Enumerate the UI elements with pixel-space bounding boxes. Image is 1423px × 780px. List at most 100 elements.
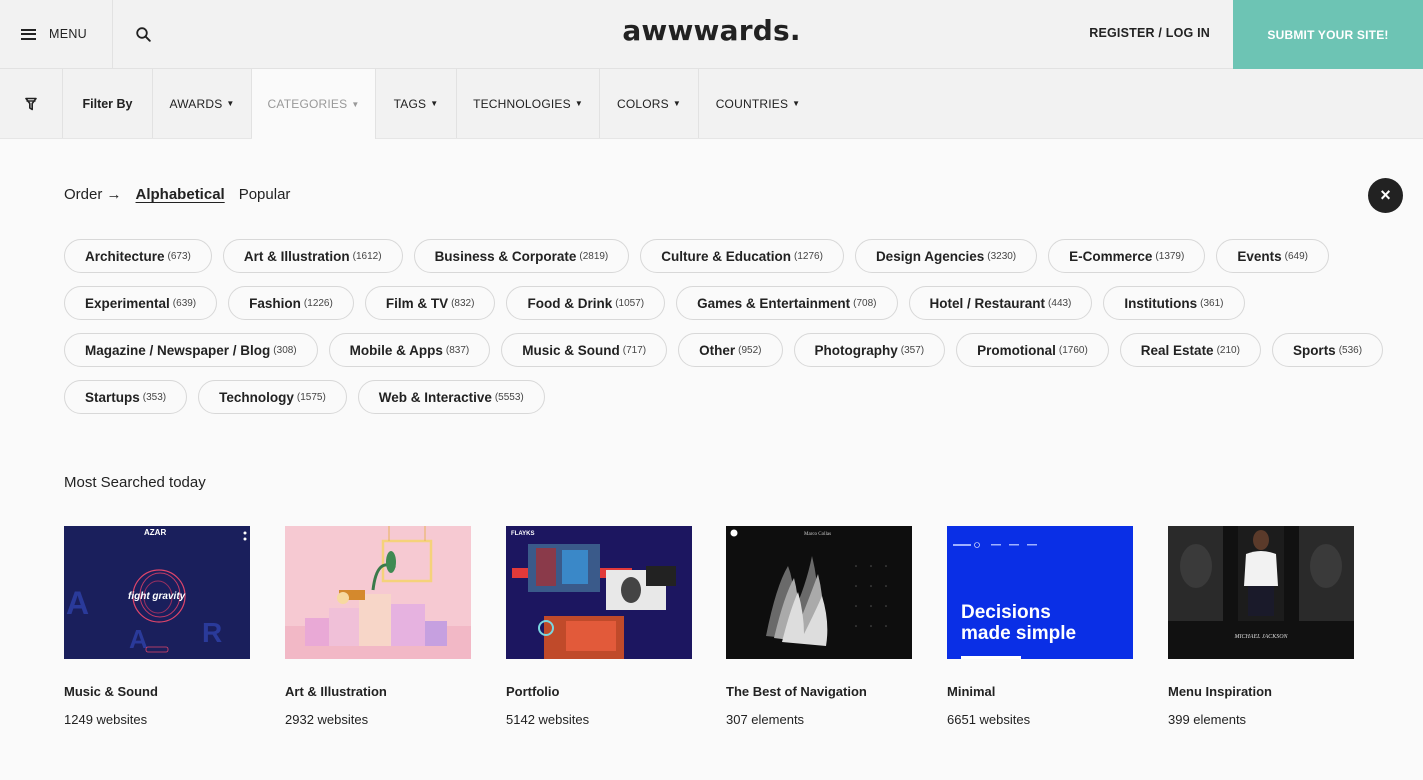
category-pill[interactable]: Architecture (673): [64, 239, 212, 273]
card-count: 1249 websites: [64, 712, 148, 727]
card-minimal[interactable]: Decisions made simple Minimal 6651 websi…: [947, 526, 1133, 727]
category-pill[interactable]: Mobile & Apps (837): [328, 333, 491, 367]
card-count: 307 elements: [726, 712, 805, 727]
category-name: Art & Illustration: [243, 248, 350, 264]
tab-label: AWARDS: [169, 96, 223, 111]
filter-toggle[interactable]: [0, 69, 63, 138]
category-pill[interactable]: Art & Illustration (1612): [222, 239, 403, 273]
category-count: (1226): [303, 297, 333, 309]
category-pill[interactable]: Magazine / Newspaper / Blog (308): [64, 333, 318, 367]
card-thumbnail[interactable]: MICHAEL JACKSON: [1168, 526, 1354, 659]
category-pill[interactable]: Other (952): [678, 333, 783, 367]
category-pill[interactable]: Real Estate (210): [1119, 333, 1261, 367]
category-pill[interactable]: Promotional (1760): [956, 333, 1109, 367]
svg-text:MICHAEL JACKSON: MICHAEL JACKSON: [1233, 634, 1288, 640]
close-icon[interactable]: ×: [1368, 178, 1403, 213]
category-pill[interactable]: Web & Interactive (5553): [357, 380, 545, 414]
tab-label: TECHNOLOGIES: [473, 96, 571, 111]
category-name: Other: [699, 342, 736, 358]
tab-label: COUNTRIES: [715, 96, 789, 111]
order-popular-link[interactable]: Popular: [239, 186, 291, 203]
category-pill[interactable]: Sports (536): [1271, 333, 1384, 367]
category-name: Business & Corporate: [434, 248, 577, 264]
category-name: Technology: [219, 389, 294, 405]
card-menu-inspiration[interactable]: MICHAEL JACKSON Menu Inspiration 399 ele…: [1168, 526, 1354, 727]
svg-text:R: R: [202, 617, 222, 648]
order-switch: Order → Alphabetical Popular: [64, 186, 290, 203]
category-name: Film & TV: [385, 295, 449, 311]
category-pill[interactable]: Photography (357): [793, 333, 946, 367]
svg-text:A: A: [66, 585, 89, 621]
category-count: (361): [1200, 297, 1224, 309]
category-name: Promotional: [977, 342, 1056, 358]
register-login-link[interactable]: REGISTER / LOG IN: [1089, 26, 1210, 40]
card-title[interactable]: Art & Illustration: [285, 684, 471, 699]
category-pill[interactable]: Startups (353): [64, 380, 188, 414]
order-label: Order →: [64, 186, 122, 203]
category-name: Web & Interactive: [378, 389, 492, 405]
category-pill[interactable]: Design Agencies (3230): [854, 239, 1038, 273]
tab-technologies[interactable]: TECHNOLOGIES ▼: [457, 69, 600, 138]
filter-by-label: Filter By: [63, 69, 153, 138]
tab-colors[interactable]: COLORS ▼: [600, 69, 699, 138]
caret-down-icon: ▼: [792, 99, 801, 108]
category-count: (443): [1048, 297, 1072, 309]
category-pill[interactable]: Culture & Education (1276): [640, 239, 844, 273]
category-pill[interactable]: Experimental (639): [64, 286, 218, 320]
svg-text:A: A: [129, 624, 148, 654]
order-alphabetical-link[interactable]: Alphabetical: [136, 186, 225, 203]
tab-label: CATEGORIES: [267, 97, 348, 111]
card-thumbnail[interactable]: Decisions made simple: [947, 526, 1133, 659]
category-pill[interactable]: Food & Drink (1057): [506, 286, 666, 320]
menu-button[interactable]: MENU: [0, 0, 113, 68]
card-title[interactable]: Minimal: [947, 684, 1133, 699]
most-searched-title: Most Searched today: [64, 474, 206, 491]
card-title[interactable]: Portfolio: [506, 684, 692, 699]
tab-awards[interactable]: AWARDS ▼: [153, 69, 252, 138]
tab-countries[interactable]: COUNTRIES ▼: [699, 69, 817, 138]
category-count: (353): [142, 391, 167, 403]
card-title[interactable]: The Best of Navigation: [726, 684, 912, 699]
category-pill[interactable]: Film & TV (832): [364, 286, 496, 320]
category-count: (1612): [352, 250, 382, 262]
category-name: Design Agencies: [875, 248, 985, 264]
tab-categories[interactable]: CATEGORIES ▼: [252, 69, 376, 139]
filter-bar: Filter By AWARDS ▼ CATEGORIES ▼ TAGS ▼ TECH…: [0, 69, 1423, 139]
category-pill[interactable]: E-Commerce (1379): [1048, 239, 1206, 273]
category-name: Culture & Education: [661, 248, 792, 264]
card-portfolio[interactable]: FLAYKS Portfolio 5142 websites: [506, 526, 692, 727]
category-count: (837): [445, 344, 470, 356]
category-count: (1575): [296, 391, 326, 403]
thumbnail-image: [285, 526, 471, 659]
thumbnail-image: MICHAEL JACKSON: [1168, 526, 1354, 659]
card-thumbnail[interactable]: FLAYKS: [506, 526, 692, 659]
category-pill[interactable]: Institutions (361): [1103, 286, 1245, 320]
category-pill[interactable]: Games & Entertainment (708): [676, 286, 898, 320]
category-pill[interactable]: Hotel / Restaurant (443): [908, 286, 1093, 320]
card-thumbnail[interactable]: [285, 526, 471, 659]
tab-tags[interactable]: TAGS ▼: [376, 69, 457, 138]
category-pill[interactable]: Music & Sound (717): [501, 333, 668, 367]
category-name: Architecture: [85, 248, 165, 264]
card-thumbnail[interactable]: AZAR A A R fight gravity: [64, 526, 250, 659]
site-header: MENU awwwards. REGISTER / LOG IN SUBMIT …: [0, 0, 1423, 69]
card-music-sound[interactable]: AZAR A A R fight gravity Music & Sound 1…: [64, 526, 250, 727]
card-title[interactable]: Music & Sound: [64, 684, 250, 699]
card-count: 399 elements: [1168, 712, 1247, 727]
category-name: Sports: [1292, 342, 1336, 358]
category-count: (832): [451, 297, 475, 309]
category-count: (1379): [1155, 250, 1185, 262]
category-count: (210): [1216, 344, 1240, 356]
search-button[interactable]: [113, 0, 173, 68]
category-pill[interactable]: Technology (1575): [198, 380, 347, 414]
category-pill[interactable]: Events (649): [1216, 239, 1329, 273]
card-thumbnail[interactable]: Marco Collas: [726, 526, 912, 659]
category-count: (3230): [987, 250, 1017, 262]
category-pill[interactable]: Fashion (1226): [228, 286, 354, 320]
category-pill[interactable]: Business & Corporate (2819): [413, 239, 630, 273]
tab-label: TAGS: [393, 96, 427, 111]
card-title[interactable]: Menu Inspiration: [1168, 684, 1354, 699]
submit-site-button[interactable]: SUBMIT YOUR SITE!: [1233, 0, 1423, 69]
card-best-navigation[interactable]: Marco Collas The Best of Navigation 307 …: [726, 526, 912, 727]
card-art-illustration[interactable]: Art & Illustration 2932 websites: [285, 526, 471, 727]
